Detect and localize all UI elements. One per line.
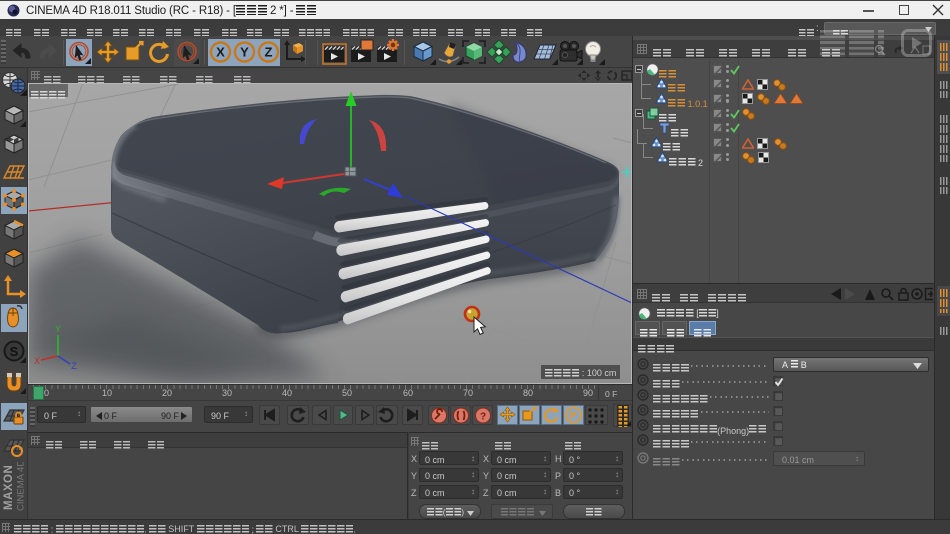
svg-text:X: X (216, 45, 225, 60)
svg-text:S: S (10, 344, 19, 359)
svg-text:CINEMA 4D: CINEMA 4D (16, 462, 27, 511)
svg-text:Z: Z (265, 45, 273, 60)
svg-text:Z: Z (71, 361, 77, 371)
svg-text:?: ? (480, 412, 486, 423)
svg-text:Y: Y (55, 324, 61, 334)
svg-text:MAXON: MAXON (3, 465, 15, 510)
svg-text:P: P (570, 411, 577, 422)
svg-text:Y: Y (240, 45, 249, 60)
svg-text:X: X (34, 356, 40, 366)
